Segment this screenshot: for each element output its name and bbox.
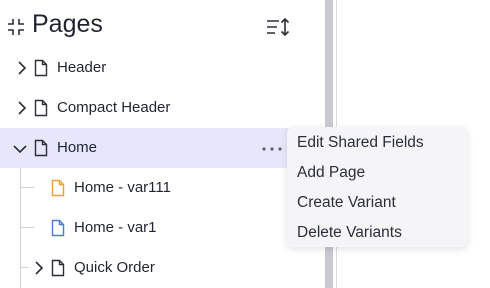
tree-item-label: Quick Order [74,259,155,276]
more-options-icon[interactable] [260,138,284,158]
tree-item-label: Home - var111 [74,179,171,196]
panel-title: Pages [32,10,103,38]
page-variant-icon [51,219,65,237]
pages-panel: Pages Header Compact Header Home Home - … [0,0,322,288]
page-variant-icon [51,179,65,197]
context-menu: Edit Shared Fields Add Page Create Varia… [287,127,467,247]
tree-item-label: Compact Header [57,99,171,116]
tree-item-label: Home [57,139,98,156]
tree-item-header[interactable]: Header [0,48,322,88]
page-icon [51,259,65,277]
page-icon [34,139,48,157]
page-icon [34,99,48,117]
tree-item-quick-order[interactable]: Quick Order [0,248,322,288]
menu-item-edit-shared-fields[interactable]: Edit Shared Fields [297,134,424,152]
chevron-right-icon[interactable] [32,261,46,275]
tree-item-home[interactable]: Home [0,128,322,168]
menu-item-add-page[interactable]: Add Page [297,164,365,182]
panel-header: Pages [0,0,322,54]
tree-item-home-var1[interactable]: Home - var1 [0,208,322,248]
chevron-right-icon[interactable] [15,61,29,75]
tree-item-compact-header[interactable]: Compact Header [0,88,322,128]
page-icon [34,59,48,77]
collapse-icon[interactable] [6,17,26,37]
tree-item-label: Home - var1 [74,219,157,236]
tree-item-label: Header [57,59,107,76]
tree-item-home-var111[interactable]: Home - var111 [0,168,322,208]
chevron-right-icon[interactable] [15,101,29,115]
menu-item-delete-variants[interactable]: Delete Variants [297,224,402,242]
chevron-down-icon[interactable] [13,142,27,156]
sort-icon[interactable] [265,16,291,38]
menu-item-create-variant[interactable]: Create Variant [297,194,396,212]
